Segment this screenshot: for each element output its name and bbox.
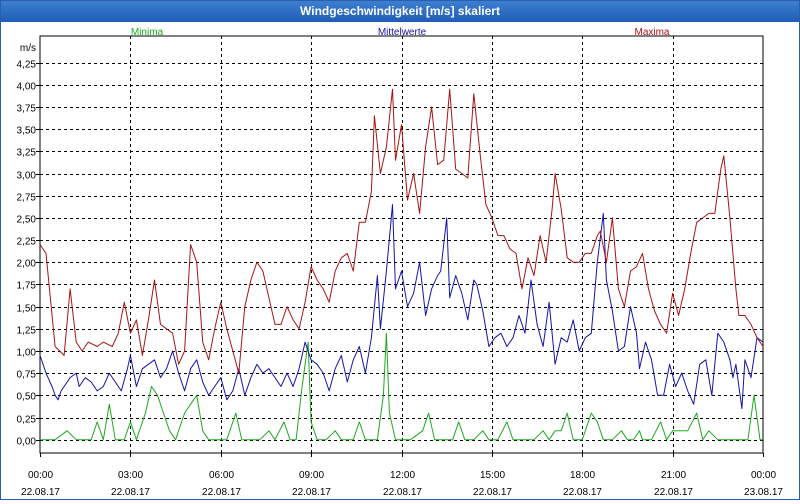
x-tick-time: 00:00	[28, 470, 53, 481]
x-tick-time: 03:00	[118, 470, 143, 481]
y-tick-label: 1,75	[17, 281, 37, 292]
y-tick-label: 0,75	[17, 370, 37, 381]
x-tick-time: 00:00	[751, 470, 776, 481]
x-tick-date: 22.08.17	[21, 487, 60, 498]
series-line-mittelwerte	[39, 204, 764, 410]
grid	[40, 36, 763, 453]
y-tick-label: 3,00	[17, 171, 37, 182]
x-tick-date: 23.08.17	[744, 487, 783, 498]
x-tick-date: 22.08.17	[111, 487, 150, 498]
x-tick-time: 12:00	[390, 470, 415, 481]
chart-window: Windgeschwindigkeit [m/s] skaliert 0,00 0…	[0, 0, 800, 500]
y-tick-label: 3,25	[17, 148, 37, 159]
x-tick-date: 22.08.17	[563, 487, 602, 498]
x-tick-time: 18:00	[570, 470, 595, 481]
y-tick-label: 0,00	[17, 437, 37, 448]
x-tick-date: 22.08.17	[473, 487, 512, 498]
x-tick-time: 06:00	[209, 470, 234, 481]
y-tick-label: 1,00	[17, 348, 37, 359]
y-tick-label: 0,50	[17, 392, 37, 403]
x-tick-date: 22.08.17	[383, 487, 422, 498]
y-tick-label: 2,25	[17, 237, 37, 248]
y-tick-label: 3,50	[17, 126, 37, 137]
y-tick-label: 4,25	[17, 60, 37, 71]
series-line-minima	[40, 332, 763, 441]
x-tick-date: 22.08.17	[202, 487, 241, 498]
y-tick-label: 1,50	[17, 304, 37, 315]
axes: 0,00 0,25 0,50 0,75 1,00 1,25 1,50 1,75 2,00 2,25…	[17, 35, 783, 498]
series-lines	[39, 88, 764, 441]
y-axis-label: m/s	[20, 43, 36, 54]
x-tick-date: 22.08.17	[654, 487, 693, 498]
x-tick-time: 09:00	[299, 470, 324, 481]
y-tick-label: 2,00	[17, 259, 37, 270]
legend-minima: Minima	[131, 27, 164, 38]
y-tick-label: 4,00	[17, 82, 37, 93]
legend-maxima: Maxima	[634, 27, 669, 38]
y-tick-label: 0,25	[17, 415, 37, 426]
plot-frame	[39, 35, 764, 454]
chart-area: 0,00 0,25 0,50 0,75 1,00 1,25 1,50 1,75 2,00 2,25…	[1, 23, 799, 499]
legend-mittelwerte: Mittelwerte	[378, 27, 427, 38]
y-tick-label: 2,75	[17, 193, 37, 204]
chart-svg: 0,00 0,25 0,50 0,75 1,00 1,25 1,50 1,75 2,00 2,25…	[17, 27, 784, 498]
x-tick-date: 22.08.17	[292, 487, 331, 498]
chart-title: Windgeschwindigkeit [m/s] skaliert	[1, 1, 799, 22]
x-tick-time: 15:00	[480, 470, 505, 481]
y-tick-label: 2,50	[17, 215, 37, 226]
y-tick-label: 1,25	[17, 326, 37, 337]
y-tick-label: 3,75	[17, 104, 37, 115]
x-tick-time: 21:00	[661, 470, 686, 481]
series-line-maxima	[39, 88, 764, 374]
